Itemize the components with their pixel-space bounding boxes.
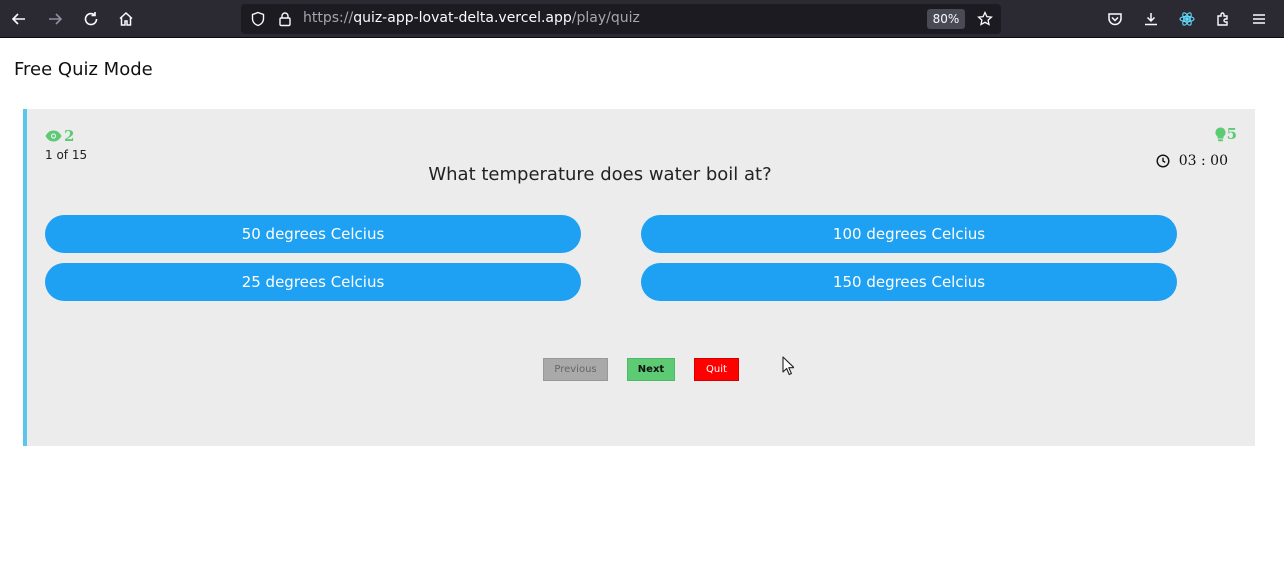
pocket-icon[interactable] [1102,6,1128,32]
option-c-button[interactable]: 25 degrees Celcius [45,263,581,301]
question-progress: 1 of 15 [45,148,88,162]
lock-icon[interactable] [277,11,293,27]
quiz-card: 2 1 of 15 5 03 : 00 What temperature doe… [23,109,1255,446]
question-text: What temperature does water boil at? [428,164,772,185]
lightbulb-icon [1215,127,1226,141]
option-d-button[interactable]: 150 degrees Celcius [641,263,1177,301]
bookmark-star-icon[interactable] [977,10,993,27]
browser-toolbar: https://quiz-app-lovat-delta.vercel.app/… [0,0,1284,38]
hints-count: 2 [64,127,75,145]
mouse-cursor-icon [782,356,794,376]
url-bar[interactable]: https://quiz-app-lovat-delta.vercel.app/… [241,4,1001,34]
page-title: Free Quiz Mode [14,59,153,80]
shield-icon[interactable] [250,11,266,27]
menu-icon[interactable] [1246,6,1272,32]
url-scheme: https:// [303,10,354,26]
hints-indicator[interactable]: 2 [45,127,74,145]
quit-button[interactable]: Quit [694,358,739,381]
download-icon[interactable] [1138,6,1164,32]
option-a-button[interactable]: 50 degrees Celcius [45,215,581,253]
home-icon[interactable] [113,6,139,32]
fifty-fifty-indicator[interactable]: 5 [1215,125,1237,143]
extensions-icon[interactable] [1210,6,1236,32]
forward-icon[interactable] [42,6,68,32]
option-b-button[interactable]: 100 degrees Celcius [641,215,1177,253]
react-devtools-icon[interactable] [1174,6,1200,32]
next-button[interactable]: Next [627,358,675,381]
fifty-fifty-count: 5 [1226,125,1237,143]
url-path: /play/quiz [571,10,640,26]
previous-button[interactable]: Previous [543,358,608,381]
back-icon[interactable] [6,6,32,32]
url-domain: quiz-app-lovat-delta.vercel.app [353,10,572,26]
eye-icon [45,130,62,142]
timer-value: 03 : 00 [1178,153,1228,169]
url-text[interactable]: https://quiz-app-lovat-delta.vercel.app/… [303,10,640,26]
reload-icon[interactable] [78,6,104,32]
zoom-indicator[interactable]: 80% [927,9,965,29]
